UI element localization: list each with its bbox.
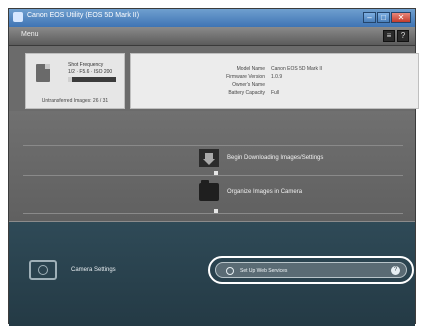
download-icon (199, 149, 219, 167)
camera-info-card: Model Name Canon EOS 5D Mark II Firmware… (130, 53, 419, 109)
window-title: Canon EOS Utility (EOS 5D Mark II) (27, 12, 140, 19)
download-images-label: Begin Downloading Images/Settings (227, 155, 324, 161)
window-controls: – □ ✕ (363, 12, 411, 23)
shot-frequency-label: Shot Frequency (68, 62, 104, 68)
info-value: Full (271, 90, 280, 96)
camera-doc-icon (36, 64, 50, 82)
actions-panel: Begin Downloading Images/Settings Organi… (9, 111, 415, 221)
maximize-button[interactable]: □ (377, 12, 390, 23)
organize-images-label: Organize Images in Camera (227, 189, 303, 195)
info-key: Model Name (236, 66, 265, 72)
app-icon (13, 12, 23, 22)
camera-icon (29, 260, 57, 280)
highlight-ring: Set Up Web Services ? (208, 256, 414, 284)
minimize-button[interactable]: – (363, 12, 376, 23)
divider (23, 175, 403, 176)
info-value: 1.0.9 (271, 74, 283, 80)
close-button[interactable]: ✕ (391, 12, 411, 23)
title-bar: Canon EOS Utility (EOS 5D Mark II) – □ ✕ (9, 9, 415, 28)
help-icon[interactable]: ? (391, 266, 400, 275)
web-services-button[interactable]: Set Up Web Services ? (215, 262, 407, 278)
capacity-fill (68, 77, 72, 82)
menu-button[interactable]: Menu (21, 31, 39, 38)
organize-images-button[interactable]: Organize Images in Camera (199, 180, 303, 203)
help-icon[interactable]: ? (397, 30, 409, 42)
preferences-icon[interactable]: ≡ (383, 30, 395, 42)
capacity-bar (68, 77, 116, 82)
divider (23, 145, 403, 146)
info-key: Firmware Version (226, 74, 265, 80)
folder-icon (199, 180, 219, 201)
app-window: Canon EOS Utility (EOS 5D Mark II) – □ ✕… (8, 8, 419, 326)
app-header: Menu ≡ ? (9, 27, 415, 46)
web-services-icon (226, 267, 234, 275)
download-images-button[interactable]: Begin Downloading Images/Settings (199, 147, 323, 169)
shot-frequency-value: 1/2 · F5.6 · ISO 200 (68, 69, 113, 75)
info-value: Canon EOS 5D Mark II (271, 66, 323, 72)
camera-settings-label[interactable]: Camera Settings (71, 267, 116, 273)
untransferred-images: Untransferred Images: 26 / 31 (41, 98, 109, 104)
info-key: Battery Capacity (228, 90, 265, 96)
info-key: Owner's Name (232, 82, 265, 88)
camera-status-card: Shot Frequency 1/2 · F5.6 · ISO 200 Untr… (25, 53, 125, 109)
camera-settings-panel: Camera Settings Set Up Web Services ? (9, 221, 415, 326)
web-services-label: Set Up Web Services (240, 268, 288, 274)
divider (23, 213, 403, 214)
